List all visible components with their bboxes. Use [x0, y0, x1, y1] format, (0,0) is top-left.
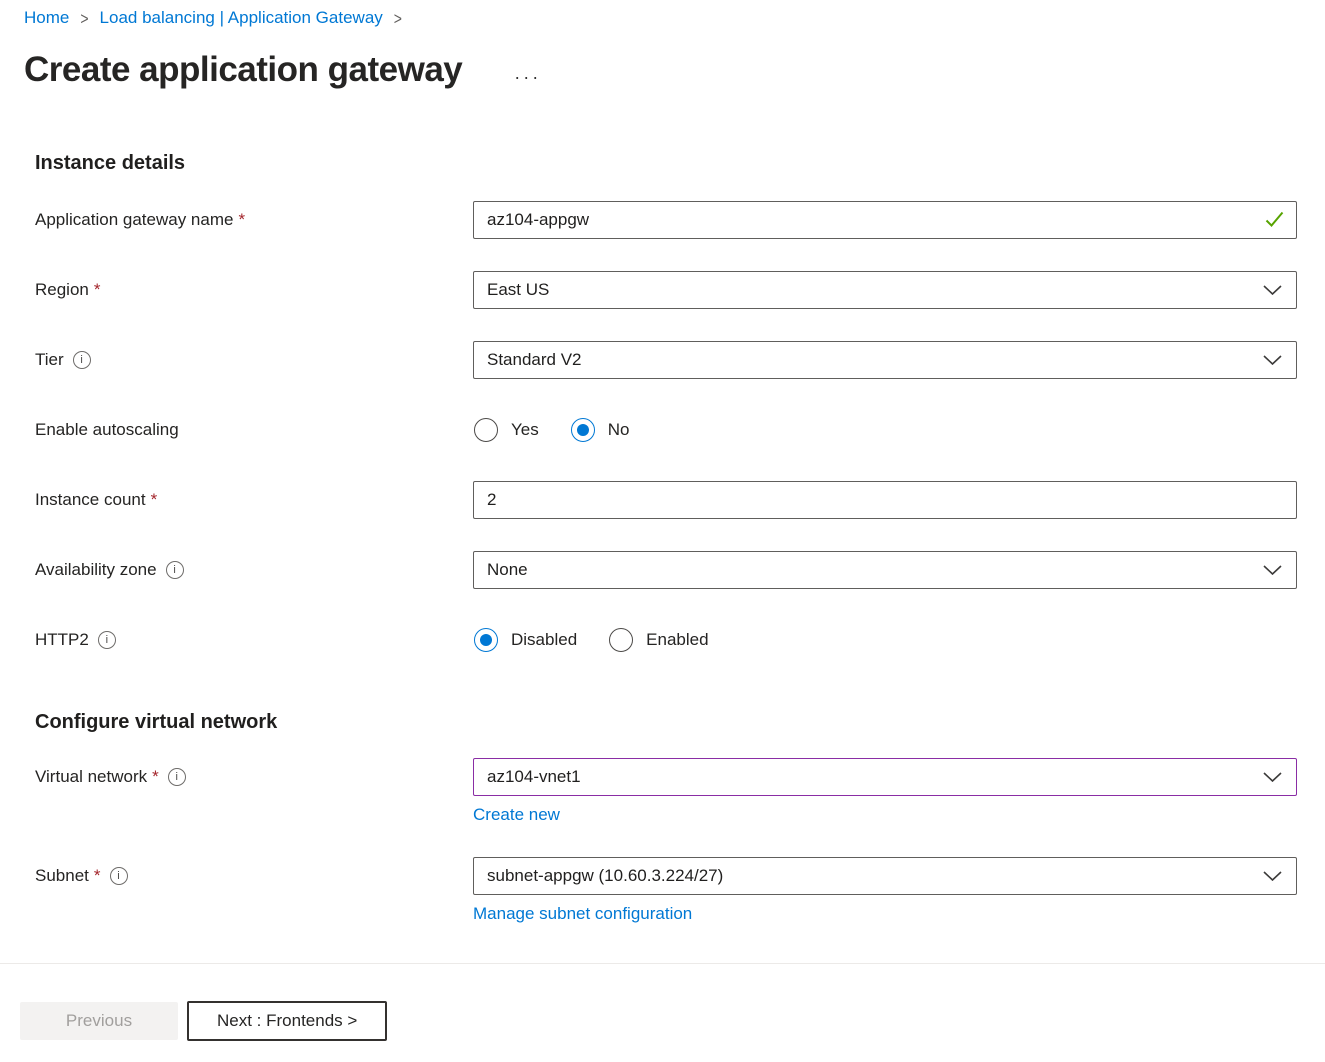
label-text: Availability zone: [35, 560, 157, 580]
label-text: Subnet: [35, 866, 89, 886]
section-heading-instance-details: Instance details: [35, 152, 1297, 175]
required-asterisk: *: [94, 280, 101, 300]
chevron-down-icon: [1263, 285, 1282, 295]
breadcrumb-link-load-balancing[interactable]: Load balancing | Application Gateway: [100, 8, 383, 28]
form-row-application-gateway-name: Application gateway name *: [35, 201, 1297, 239]
virtual-network-field: az104-vnet1 Create new: [473, 758, 1297, 825]
next-frontends-button[interactable]: Next : Frontends >: [187, 1001, 387, 1041]
region-dropdown-value: East US: [487, 280, 549, 300]
radio-label: No: [608, 420, 630, 440]
radio-icon: [609, 628, 633, 652]
chevron-down-icon: [1263, 355, 1282, 365]
availability-zone-field: None: [473, 551, 1297, 589]
form-row-virtual-network: Virtual network * i az104-vnet1 Create n…: [35, 758, 1297, 825]
chevron-down-icon: [1263, 871, 1282, 881]
http2-field: Disabled Enabled: [473, 628, 1297, 652]
enable-autoscaling-radio-group: Yes No: [473, 418, 1297, 442]
required-asterisk: *: [94, 866, 101, 886]
form-row-http2: HTTP2 i Disabled Enabled: [35, 621, 1297, 659]
create-appgw-form: Instance details Application gateway nam…: [35, 152, 1297, 924]
subnet-dropdown[interactable]: subnet-appgw (10.60.3.224/27): [473, 857, 1297, 895]
info-icon[interactable]: i: [168, 768, 186, 786]
subnet-label: Subnet * i: [35, 857, 473, 895]
page-title: Create application gateway: [24, 48, 462, 92]
breadcrumb-separator-icon: >: [80, 8, 88, 28]
tier-field: Standard V2: [473, 341, 1297, 379]
http2-label: HTTP2 i: [35, 630, 473, 650]
autoscaling-no-radio[interactable]: No: [571, 418, 630, 442]
form-row-instance-count: Instance count *: [35, 481, 1297, 519]
section-heading-configure-virtual-network: Configure virtual network: [35, 711, 1297, 734]
instance-count-field: [473, 481, 1297, 519]
manage-subnet-configuration-link[interactable]: Manage subnet configuration: [473, 904, 692, 924]
tier-dropdown[interactable]: Standard V2: [473, 341, 1297, 379]
label-text: Virtual network: [35, 767, 147, 787]
virtual-network-dropdown[interactable]: az104-vnet1: [473, 758, 1297, 796]
chevron-down-icon: [1263, 565, 1282, 575]
http2-radio-group: Disabled Enabled: [473, 628, 1297, 652]
required-asterisk: *: [152, 767, 159, 787]
availability-zone-label: Availability zone i: [35, 560, 473, 580]
radio-icon: [474, 628, 498, 652]
enable-autoscaling-field: Yes No: [473, 418, 1297, 442]
label-text: Enable autoscaling: [35, 420, 179, 440]
label-text: HTTP2: [35, 630, 89, 650]
required-asterisk: *: [238, 210, 245, 230]
http2-disabled-radio[interactable]: Disabled: [474, 628, 577, 652]
form-row-subnet: Subnet * i subnet-appgw (10.60.3.224/27)…: [35, 857, 1297, 924]
required-asterisk: *: [151, 490, 158, 510]
form-row-region: Region * East US: [35, 271, 1297, 309]
wizard-footer: Previous Next : Frontends >: [20, 1001, 1325, 1041]
subnet-field: subnet-appgw (10.60.3.224/27) Manage sub…: [473, 857, 1297, 924]
tier-dropdown-value: Standard V2: [487, 350, 582, 370]
application-gateway-name-field: [473, 201, 1297, 239]
radio-label: Disabled: [511, 630, 577, 650]
info-icon[interactable]: i: [98, 631, 116, 649]
more-options-icon[interactable]: ···: [510, 62, 545, 92]
label-text: Tier: [35, 350, 64, 370]
breadcrumb: Home > Load balancing | Application Gate…: [24, 8, 1325, 28]
instance-count-input[interactable]: [473, 481, 1297, 519]
instance-count-label: Instance count *: [35, 490, 473, 510]
http2-enabled-radio[interactable]: Enabled: [609, 628, 708, 652]
label-text: Application gateway name: [35, 210, 233, 230]
virtual-network-dropdown-value: az104-vnet1: [487, 767, 581, 787]
info-icon[interactable]: i: [110, 867, 128, 885]
chevron-down-icon: [1263, 772, 1282, 782]
footer-divider: [0, 963, 1325, 964]
form-row-availability-zone: Availability zone i None: [35, 551, 1297, 589]
availability-zone-dropdown-value: None: [487, 560, 528, 580]
breadcrumb-link-home[interactable]: Home: [24, 8, 69, 28]
radio-icon: [474, 418, 498, 442]
label-text: Region: [35, 280, 89, 300]
form-row-enable-autoscaling: Enable autoscaling Yes No: [35, 411, 1297, 449]
virtual-network-label: Virtual network * i: [35, 758, 473, 796]
region-label: Region *: [35, 280, 473, 300]
application-gateway-name-input[interactable]: [473, 201, 1297, 239]
application-gateway-name-label: Application gateway name *: [35, 210, 473, 230]
create-new-vnet-link[interactable]: Create new: [473, 805, 560, 825]
breadcrumb-separator-icon: >: [394, 8, 402, 28]
form-row-tier: Tier i Standard V2: [35, 341, 1297, 379]
previous-button[interactable]: Previous: [20, 1002, 178, 1040]
subnet-dropdown-value: subnet-appgw (10.60.3.224/27): [487, 866, 723, 886]
autoscaling-yes-radio[interactable]: Yes: [474, 418, 539, 442]
availability-zone-dropdown[interactable]: None: [473, 551, 1297, 589]
radio-icon: [571, 418, 595, 442]
enable-autoscaling-label: Enable autoscaling: [35, 420, 473, 440]
info-icon[interactable]: i: [73, 351, 91, 369]
page-header: Create application gateway ···: [24, 48, 1325, 92]
tier-label: Tier i: [35, 350, 473, 370]
info-icon[interactable]: i: [166, 561, 184, 579]
radio-label: Enabled: [646, 630, 708, 650]
radio-label: Yes: [511, 420, 539, 440]
region-dropdown[interactable]: East US: [473, 271, 1297, 309]
label-text: Instance count: [35, 490, 146, 510]
region-field: East US: [473, 271, 1297, 309]
